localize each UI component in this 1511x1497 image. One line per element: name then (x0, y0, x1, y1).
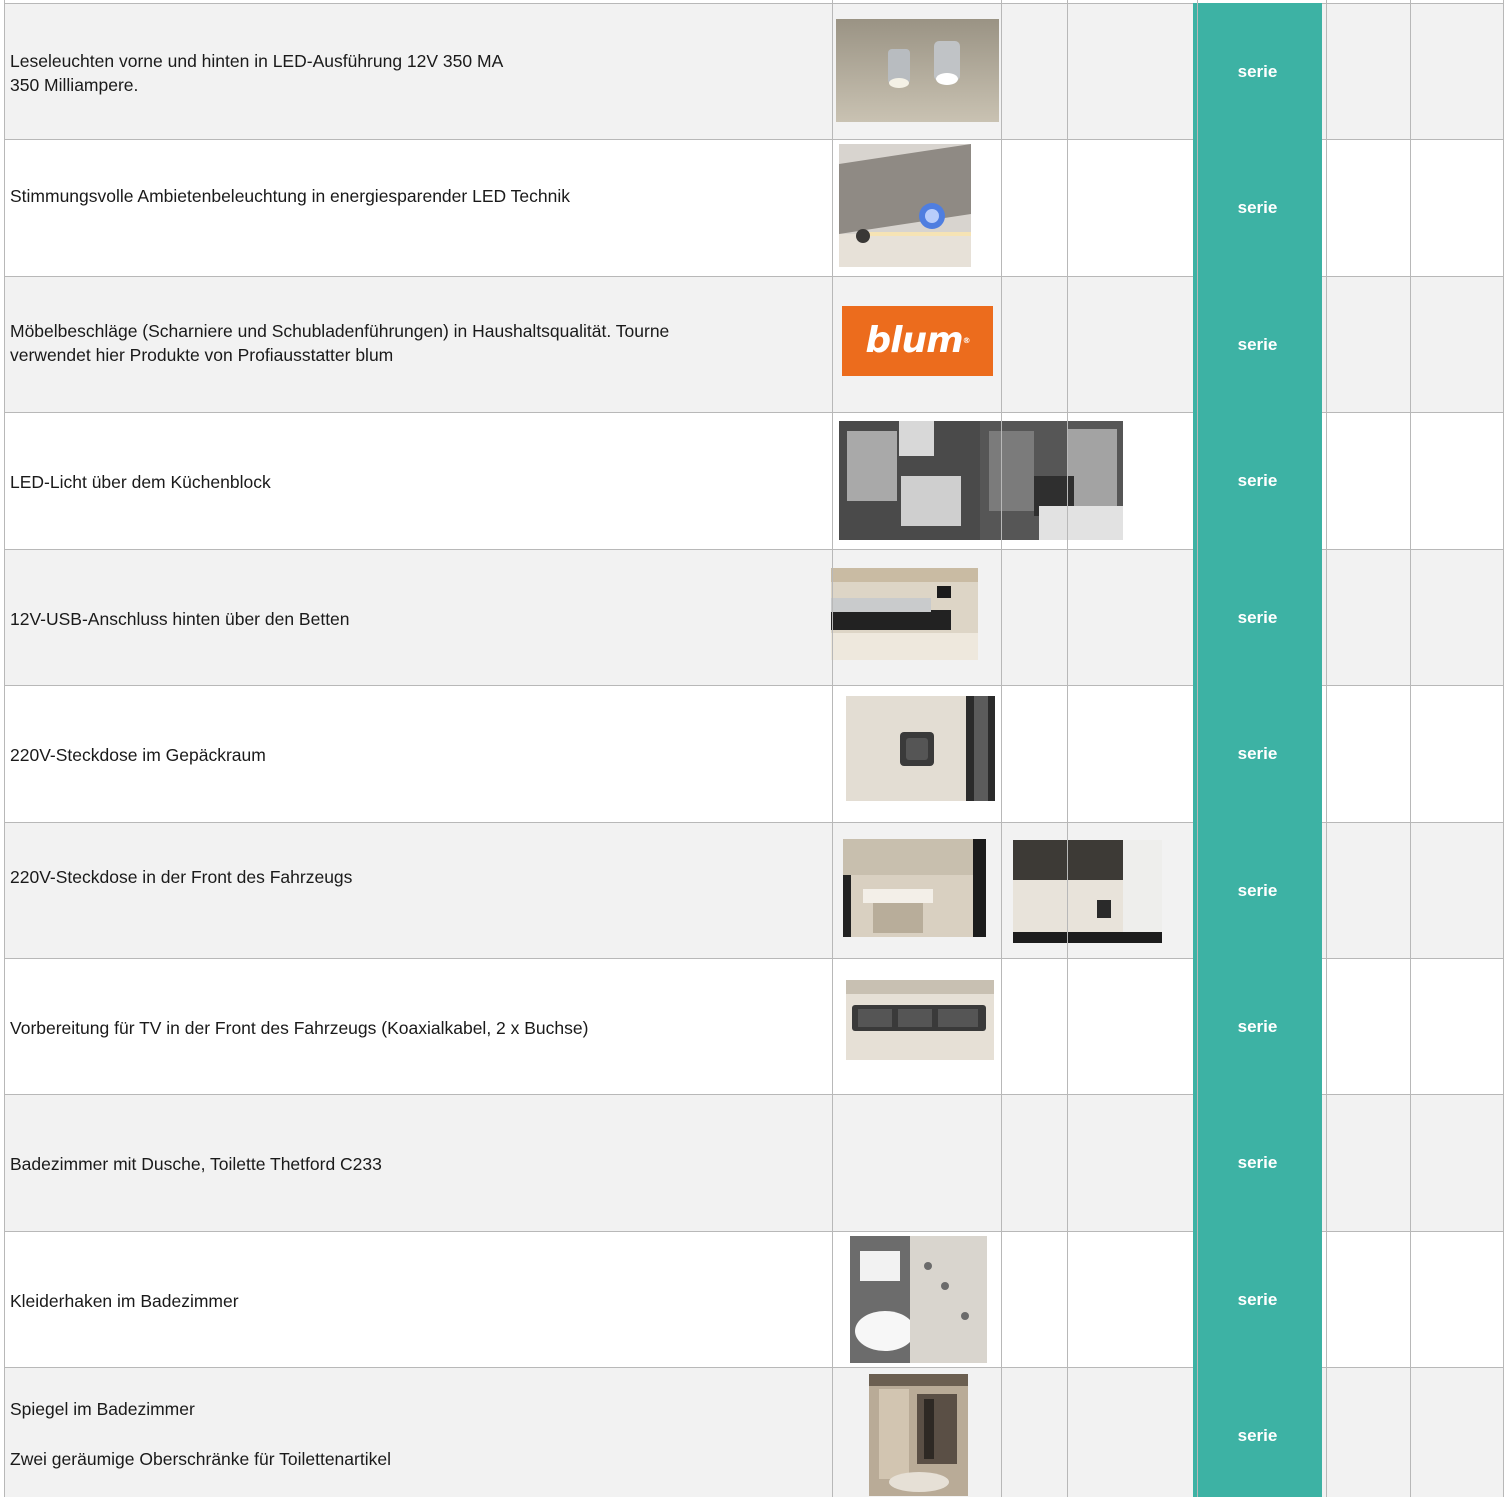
usb-port-photo (831, 568, 978, 660)
status-label: serie (1237, 608, 1278, 627)
tv-prep-photo (846, 980, 994, 1060)
feature-description: Spiegel im Badezimmer (10, 1399, 195, 1419)
reading-lights-photo (836, 19, 999, 122)
feature-table: Leseleuchten vorne und hinten in LED-Aus… (0, 0, 1511, 1497)
serie-cell: serie (1193, 3, 1322, 139)
status-label: serie (1237, 471, 1278, 490)
feature-description: Badezimmer mit Dusche, Toilette Thetford… (10, 1154, 382, 1174)
status-label: serie (1237, 744, 1278, 763)
status-label: serie (1237, 335, 1278, 354)
front-socket-photo-1 (843, 839, 986, 937)
column-divider (1503, 0, 1504, 1497)
feature-description: Vorbereitung für TV in der Front des Fah… (10, 1018, 589, 1038)
kitchen-light-photo (839, 421, 1123, 540)
clothes-hook-photo (850, 1236, 987, 1363)
feature-description: Stimmungsvolle Ambietenbeleuchtung in en… (10, 186, 571, 206)
status-label: serie (1237, 1426, 1278, 1445)
serie-cell: serie (1193, 1231, 1322, 1367)
column-divider (1001, 0, 1002, 1497)
status-label: serie (1237, 1153, 1278, 1172)
feature-description: Leseleuchten vorne und hinten in LED-Aus… (10, 51, 504, 95)
feature-description: 220V-Steckdose in der Front des Fahrzeug… (10, 867, 353, 887)
ambient-lighting-photo (839, 144, 971, 267)
feature-description-secondary: Zwei geräumige Oberschränke für Toilette… (10, 1449, 391, 1469)
serie-cell: serie (1193, 549, 1322, 685)
feature-description: 220V-Steckdose im Gepäckraum (10, 745, 266, 765)
serie-cell: serie (1193, 1094, 1322, 1231)
column-divider (4, 0, 5, 1497)
bathroom-mirror-photo (869, 1374, 968, 1496)
status-label: serie (1237, 881, 1278, 900)
serie-cell: serie (1193, 958, 1322, 1094)
serie-cell: serie (1193, 822, 1322, 958)
front-socket-photo-2 (1013, 840, 1162, 943)
status-label: serie (1237, 1017, 1278, 1036)
column-divider (1067, 0, 1068, 1497)
feature-description: LED-Licht über dem Küchenblock (10, 472, 271, 492)
socket-luggage-photo (846, 696, 995, 801)
column-divider (1326, 0, 1327, 1497)
serie-cell: serie (1193, 1367, 1322, 1497)
column-divider (1197, 0, 1198, 1497)
column-divider (832, 0, 833, 1497)
serie-cell: serie (1193, 139, 1322, 276)
serie-cell: serie (1193, 276, 1322, 412)
serie-cell: serie (1193, 685, 1322, 822)
serie-cell: serie (1193, 412, 1322, 549)
column-divider (1410, 0, 1411, 1497)
status-label: serie (1237, 62, 1278, 81)
status-label: serie (1237, 1290, 1278, 1309)
status-label: serie (1237, 198, 1278, 217)
feature-description: 12V-USB-Anschluss hinten über den Betten (10, 609, 350, 629)
blum-logo: blum® (842, 306, 993, 376)
feature-description: Möbelbeschläge (Scharniere und Schublade… (10, 321, 670, 365)
feature-description: Kleiderhaken im Badezimmer (10, 1291, 239, 1311)
